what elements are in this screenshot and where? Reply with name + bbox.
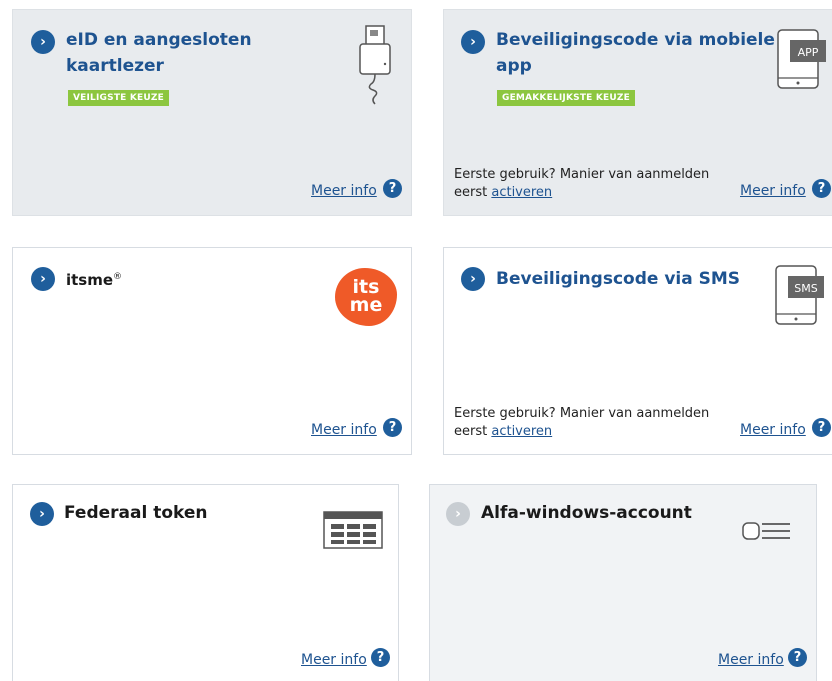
registered-mark: ® [113, 272, 123, 282]
help-icon[interactable]: ? [812, 418, 831, 437]
card-alfa-windows-account[interactable]: › Alfa-windows-account Meer info ? [429, 484, 817, 681]
card-mobile-app[interactable]: › Beveiligingscode via mobiele app GEMAK… [443, 9, 832, 216]
help-icon[interactable]: ? [371, 648, 390, 667]
card-title-line2: kaartlezer [66, 56, 164, 76]
app-icon-label: APP [798, 46, 819, 59]
help-icon[interactable]: ? [812, 179, 831, 198]
card-title[interactable]: eID en aangesloten kaartlezer [66, 27, 252, 79]
help-icon[interactable]: ? [788, 648, 807, 667]
first-use-note: Eerste gebruik? Manier van aanmelden eer… [454, 166, 734, 202]
help-icon[interactable]: ? [383, 179, 402, 198]
more-info-link[interactable]: Meer info [311, 183, 377, 199]
chevron-right-icon[interactable]: › [461, 267, 485, 291]
chevron-right-icon[interactable]: › [30, 502, 54, 526]
card-title[interactable]: Alfa-windows-account [481, 500, 692, 526]
card-eid[interactable]: › eID en aangesloten kaartlezer VEILIGST… [12, 9, 412, 216]
card-title-line1: eID en aangesloten [66, 30, 252, 50]
card-itsme[interactable]: › itsme® its me Meer info ? [12, 247, 412, 455]
more-info-link[interactable]: Meer info [740, 422, 806, 438]
phone-sms-icon: SMS [775, 265, 824, 325]
card-title-text: itsme [66, 271, 114, 289]
activate-link[interactable]: activeren [491, 185, 552, 200]
card-title[interactable]: Beveiligingscode via SMS [496, 266, 740, 292]
card-reader-icon [359, 25, 391, 105]
itsme-logo-line2: me [349, 294, 383, 316]
key-account-icon [742, 522, 790, 540]
card-title-line2: app [496, 56, 532, 76]
more-info-link[interactable]: Meer info [718, 652, 784, 668]
first-use-note: Eerste gebruik? Manier van aanmelden eer… [454, 405, 734, 441]
card-title[interactable]: Federaal token [64, 500, 208, 526]
chevron-right-icon[interactable]: › [461, 30, 485, 54]
help-icon[interactable]: ? [383, 418, 402, 437]
sms-icon-label: SMS [794, 282, 817, 295]
card-title-line1: Beveiligingscode via mobiele [496, 30, 775, 50]
chevron-right-icon[interactable]: › [31, 30, 55, 54]
chevron-right-icon[interactable]: › [446, 502, 470, 526]
more-info-link[interactable]: Meer info [301, 652, 367, 668]
phone-app-icon: APP [777, 29, 826, 89]
easiest-choice-badge: GEMAKKELIJKSTE KEUZE [497, 90, 635, 106]
card-title[interactable]: itsme® [66, 264, 122, 293]
card-title[interactable]: Beveiligingscode via mobiele app [496, 27, 775, 79]
more-info-link[interactable]: Meer info [740, 183, 806, 199]
token-card-icon [323, 511, 383, 549]
chevron-right-icon[interactable]: › [31, 267, 55, 291]
card-federal-token[interactable]: › Federaal token Meer info ? [12, 484, 399, 681]
safest-choice-badge: VEILIGSTE KEUZE [68, 90, 169, 106]
itsme-logo-icon: its me [335, 268, 397, 326]
activate-link[interactable]: activeren [491, 424, 552, 439]
more-info-link[interactable]: Meer info [311, 422, 377, 438]
card-sms[interactable]: › Beveiligingscode via SMS SMS Eerste ge… [443, 247, 832, 455]
